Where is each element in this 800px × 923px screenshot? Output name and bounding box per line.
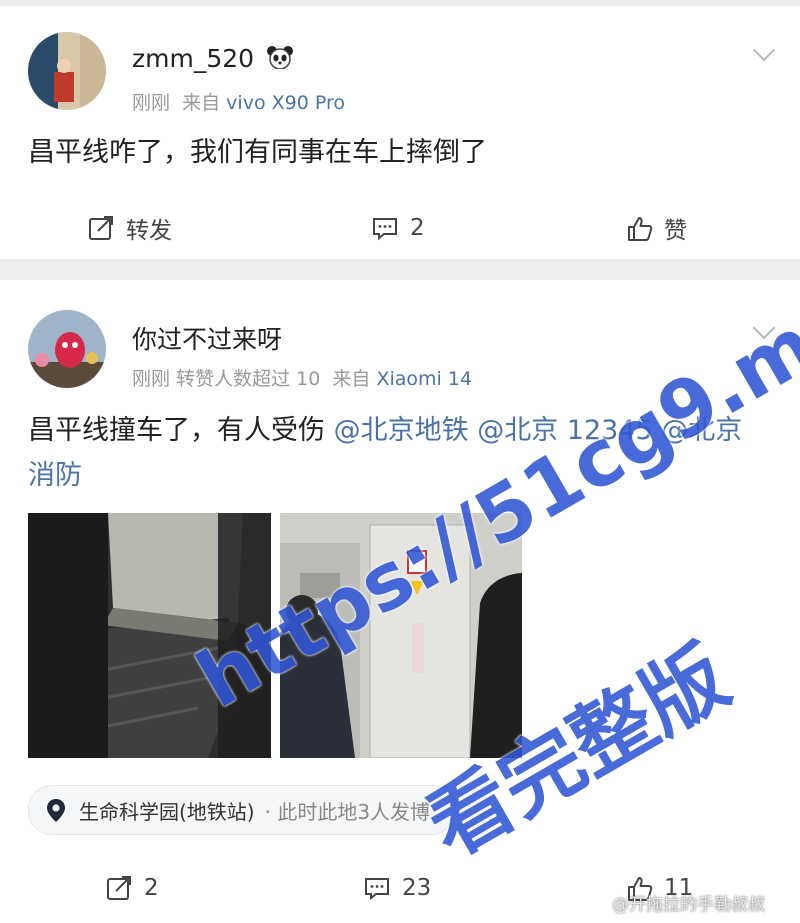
watermark-credit: @开拖拉的手勒叔叔 — [612, 895, 765, 915]
location-extra: · 此时此地3人发博 — [264, 799, 431, 824]
repost-count: 2 — [144, 875, 159, 901]
comment-button[interactable]: 23 — [364, 863, 431, 913]
user-avatar[interactable] — [28, 32, 106, 110]
post-meta: 刚刚 转赞人数超过 10 来自 Xiaomi 14 — [132, 368, 473, 390]
repost-label: 转发 — [126, 218, 172, 244]
username[interactable]: zmm_520 — [132, 44, 294, 75]
repost-icon — [88, 215, 114, 241]
post-text: 昌平线咋了，我们有同事在车上摔倒了 — [28, 137, 487, 168]
repost-button[interactable]: 2 — [106, 863, 159, 913]
username[interactable]: 你过不过来呀 — [132, 320, 282, 356]
post-card: zmm_520 刚刚 来自 vivo X90 Pro 昌平线咋了，我们有同事在车… — [0, 6, 800, 259]
comment-button[interactable]: 2 — [372, 203, 425, 253]
location-name: 生命科学园(地铁站) — [79, 799, 255, 824]
post-meta: 刚刚 来自 vivo X90 Pro — [132, 92, 345, 114]
like-button[interactable]: 赞 — [626, 203, 687, 253]
source-device: vivo X90 Pro — [226, 92, 345, 114]
mention-link[interactable]: @北京地铁 — [334, 415, 469, 446]
comment-icon — [364, 875, 390, 901]
repost-button[interactable]: 转发 — [88, 203, 172, 253]
location-pin-icon — [43, 797, 69, 823]
comment-icon — [372, 215, 398, 241]
comment-count: 2 — [410, 215, 425, 241]
panda-icon — [266, 45, 294, 75]
source-device: Xiaomi 14 — [376, 368, 473, 390]
chevron-down-icon[interactable] — [752, 38, 776, 62]
avatar-image — [28, 32, 106, 110]
location-tag[interactable]: 生命科学园(地铁站) · 此时此地3人发博 — [28, 785, 456, 835]
action-bar: 转发 2 赞 — [0, 203, 800, 253]
repost-icon — [106, 875, 132, 901]
comment-count: 23 — [402, 875, 432, 901]
thumbs-up-icon — [626, 215, 653, 241]
avatar-image — [28, 310, 106, 388]
user-avatar[interactable] — [28, 310, 106, 388]
like-label: 赞 — [664, 218, 687, 244]
